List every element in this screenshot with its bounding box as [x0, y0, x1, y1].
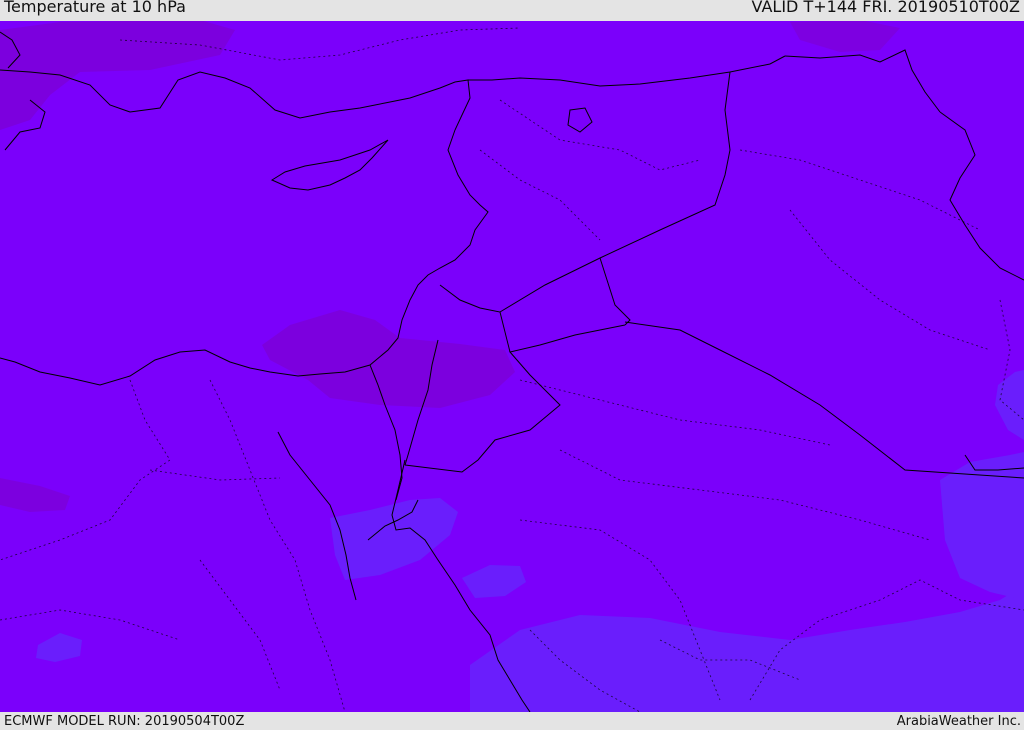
border-iraq-iran	[939, 111, 1024, 281]
footer-bar: ECMWF MODEL RUN: 20190504T00Z ArabiaWeat…	[0, 712, 1024, 729]
warm-patch-northeast	[790, 21, 900, 52]
cool-patch-sinai	[330, 498, 458, 580]
coast-turkey-south	[0, 69, 471, 131]
border-jordan-iraq	[599, 257, 631, 326]
cool-patch-arabia-south	[470, 585, 1024, 712]
map-title: Temperature at 10 hPa	[4, 0, 186, 16]
map-canvas	[0, 21, 1024, 712]
cool-patch-gulf	[940, 452, 1024, 600]
valid-time: VALID T+144 FRI. 20190510T00Z	[751, 0, 1020, 16]
warm-patch-turkey	[0, 21, 235, 130]
border-syria-turkey	[468, 55, 786, 87]
border-turkey-iran	[784, 49, 941, 113]
cool-patch-hejaz	[462, 565, 526, 598]
border-syria-jordan	[439, 284, 511, 353]
header-bar: Temperature at 10 hPa VALID T+144 FRI. 2…	[0, 0, 1024, 21]
border-saudi-iraq	[624, 321, 1024, 479]
cool-patch-egypt	[36, 633, 82, 662]
country-borders	[369, 49, 1024, 501]
temperature-contours	[0, 21, 1024, 712]
warm-patch-levant	[262, 310, 515, 408]
cool-patch-east-edge	[995, 370, 1024, 440]
coast-cyprus	[270, 139, 389, 191]
coast-caspian-lake	[567, 107, 593, 133]
model-run-label: ECMWF MODEL RUN: 20190504T00Z	[4, 714, 245, 729]
weather-map[interactable]	[0, 21, 1024, 712]
warm-patch-libya	[0, 478, 70, 512]
credit-label: ArabiaWeather Inc.	[896, 714, 1021, 729]
border-syria-iraq	[499, 71, 731, 313]
